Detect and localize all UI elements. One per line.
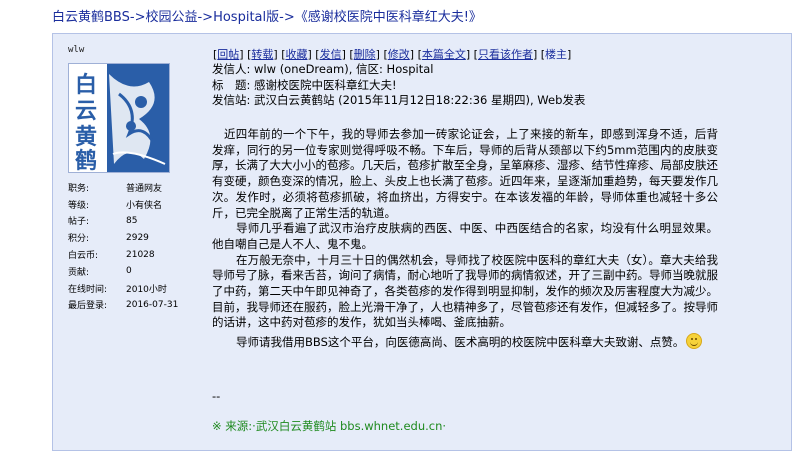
header-station-row: 发信站: 武汉白云黄鹤站 (2015年11月12日18:22:36 星期四), … <box>212 93 585 109</box>
forward-button[interactable]: 转载 <box>251 48 273 61</box>
post-paragraph: 近四年前的一个下午，我的导师去参加一砖家论证会，上了来接的新车，即感到浑身不适，… <box>212 127 718 220</box>
floor-label: 楼主 <box>545 48 568 61</box>
subject-label: 标 题: <box>212 77 251 92</box>
delete-button[interactable]: 删除 <box>354 48 376 61</box>
reply-button[interactable]: 回帖 <box>217 48 239 61</box>
stat-label: 等级: <box>68 200 90 211</box>
post-body: 近四年前的一个下午，我的导师去参加一砖家论证会，上了来接的新车，即感到浑身不适，… <box>212 127 718 351</box>
stat-row: 帖子: 85 <box>68 213 208 230</box>
user-name[interactable]: wlw <box>68 45 198 55</box>
user-info-box: wlw 白 云 黄 鹤 职务: 普通网友 等级: 小有侠名 帖子: 85 积分: 292… <box>62 45 198 311</box>
full-text-button[interactable]: 本篇全文 <box>422 48 466 61</box>
breadcrumb-separator: -> <box>197 10 214 25</box>
stat-label: 白云币: <box>68 251 99 262</box>
edit-button[interactable]: 修改 <box>388 48 410 61</box>
svg-text:黄: 黄 <box>75 124 97 150</box>
stat-label: 最后登录: <box>68 301 108 312</box>
stat-row: 最后登录: 2016-07-31 <box>68 297 208 314</box>
stat-label: 在线时间: <box>68 284 108 295</box>
post-source: ※ 来源:·武汉白云黄鹤站 bbs.whnet.edu.cn· <box>212 419 447 433</box>
stat-value: 21028 <box>126 249 155 260</box>
stat-row: 等级: 小有侠名 <box>68 196 208 213</box>
svg-text:云: 云 <box>75 98 97 124</box>
svg-text:白: 白 <box>75 72 97 98</box>
stat-row: 在线时间: 2010小时 <box>68 280 208 297</box>
stat-value: 小有侠名 <box>126 200 163 211</box>
favorite-button[interactable]: 收藏 <box>285 48 307 61</box>
avatar: 白 云 黄 鹤 <box>68 63 170 173</box>
stat-row: 贡献: 0 <box>68 263 208 280</box>
user-stats: 职务: 普通网友 等级: 小有侠名 帖子: 85 积分: 2929 白云币: 21028 … <box>68 179 208 313</box>
stat-label: 贡献: <box>68 267 90 278</box>
breadcrumb-section-link[interactable]: 校园公益 <box>145 10 197 25</box>
subject-value: 感谢校医院中医科章红大夫! <box>254 77 397 92</box>
send-mail-button[interactable]: 发信 <box>320 48 342 61</box>
stat-label: 积分: <box>68 234 90 245</box>
smiley-emoji-icon <box>686 333 703 350</box>
header-from-row: 发信人: wlw (oneDream), 信区: Hospital <box>212 62 585 78</box>
stat-value: 普通网友 <box>126 183 163 194</box>
author-only-button[interactable]: 只看该作者 <box>478 48 533 61</box>
breadcrumb: 白云黄鹤BBS->校园公益->Hospital版->《感谢校医院中医科章红大夫!… <box>52 6 482 25</box>
avatar-logo-text: 白 云 黄 鹤 <box>75 72 97 172</box>
signature-separator: -- <box>212 389 221 403</box>
breadcrumb-board-link[interactable]: Hospital版 <box>213 10 279 25</box>
stat-row: 白云币: 21028 <box>68 246 208 263</box>
post-paragraph: 导师请我借用BBS这个平台，向医德高尚、医术高明的校医院中医科章大夫致谢、点赞。 <box>236 335 685 350</box>
station-value: 武汉白云黄鹤站 (2015年11月12日18:22:36 星期四), Web发表 <box>254 93 586 107</box>
post-paragraph: 导师几乎看遍了武汉市治疗皮肤病的西医、中医、中西医结合的名家，均没有什么明显效果… <box>212 221 718 251</box>
avatar-image: 白 云 黄 鹤 <box>69 64 169 172</box>
header-subject-row: 标 题: 感谢校医院中医科章红大夫! <box>212 78 585 94</box>
stat-value: 2929 <box>126 232 149 243</box>
stat-label: 帖子: <box>68 217 90 228</box>
from-label: 发信人: <box>212 62 251 76</box>
from-value: wlw (oneDream), 信区: Hospital <box>254 62 434 76</box>
stat-row: 积分: 2929 <box>68 229 208 246</box>
post-toolbar: [回帖] [转载] [收藏] [发信] [删除] [修改] [本篇全文] [只看… <box>213 48 572 61</box>
post-header: 发信人: wlw (oneDream), 信区: Hospital 标 题: 感… <box>212 62 585 109</box>
post-paragraph-thanks: 导师请我借用BBS这个平台，向医德高尚、医术高明的校医院中医科章大夫致谢、点赞。 <box>212 333 718 351</box>
stat-row: 职务: 普通网友 <box>68 179 208 196</box>
breadcrumb-separator: -> <box>129 10 146 25</box>
station-label: 发信站: <box>212 93 251 107</box>
stat-value: 85 <box>126 215 138 226</box>
breadcrumb-separator: -> <box>279 10 295 25</box>
stat-value: 2016-07-31 <box>126 299 179 310</box>
stat-label: 职务: <box>68 183 90 194</box>
stat-value: 2010小时 <box>126 284 167 295</box>
breadcrumb-post-title[interactable]: 《感谢校医院中医科章红大夫!》 <box>295 10 482 25</box>
svg-text:鹤: 鹤 <box>75 148 97 172</box>
stat-value: 0 <box>126 266 132 277</box>
post-paragraph: 在万般无奈中，十月三十日的偶然机会，导师找了校医院中医科的章红大夫（女）。章大夫… <box>212 252 718 330</box>
breadcrumb-site-link[interactable]: 白云黄鹤BBS <box>52 10 130 25</box>
